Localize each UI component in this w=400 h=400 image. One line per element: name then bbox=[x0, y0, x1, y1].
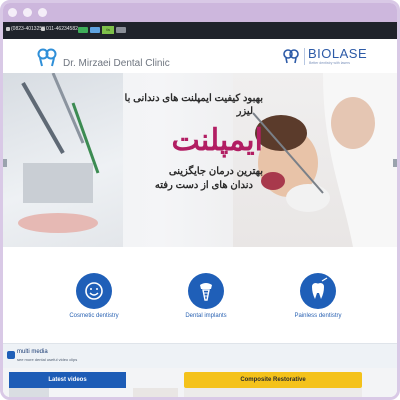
videos-section: Latest videos Composite Restorative bbox=[3, 368, 397, 397]
telegram-icon[interactable] bbox=[90, 27, 100, 33]
slider-prev-arrow[interactable] bbox=[3, 159, 7, 167]
window-close-dot[interactable] bbox=[8, 8, 17, 17]
language-switch[interactable]: fa bbox=[102, 26, 114, 34]
biolase-brand-name: BIOLASE bbox=[308, 46, 368, 61]
window-maximize-dot[interactable] bbox=[38, 8, 47, 17]
clinic-logo-icon[interactable] bbox=[36, 47, 58, 67]
service-implants[interactable]: Dental implants bbox=[158, 273, 254, 325]
biolase-tagline: Better dentistry with lasers bbox=[309, 61, 351, 65]
browser-frame: (0823-4013258 011-46234582 fa Dr. Mirzae… bbox=[0, 0, 400, 400]
phone-icon bbox=[6, 27, 10, 31]
phone-number-1: (0823-4013258 bbox=[11, 26, 45, 32]
tooth-laser-icon[interactable] bbox=[300, 273, 336, 309]
phone-number-2: 011-46234582 bbox=[46, 26, 78, 32]
video-thumbnail[interactable] bbox=[184, 388, 362, 397]
hero-implant-title: ایمپلنت bbox=[171, 124, 263, 157]
site-header: Dr. Mirzaei Dental Clinic BIOLASE Better… bbox=[3, 39, 397, 73]
service-label[interactable]: Dental implants bbox=[158, 313, 254, 319]
clinic-name[interactable]: Dr. Mirzaei Dental Clinic bbox=[63, 58, 170, 69]
video-thumbnail[interactable] bbox=[9, 388, 49, 397]
multimedia-icon bbox=[7, 351, 15, 359]
window-minimize-dot[interactable] bbox=[23, 8, 32, 17]
hero-subline-2: دندان های از دست رفته bbox=[154, 180, 253, 191]
slider-next-arrow[interactable] bbox=[393, 159, 397, 167]
phone-icon bbox=[41, 27, 45, 31]
service-label[interactable]: Cosmetic dentistry bbox=[46, 313, 142, 319]
composite-restorative-button[interactable]: Composite Restorative bbox=[184, 372, 362, 388]
service-label[interactable]: Painless dentistry bbox=[270, 313, 366, 319]
hero-headline-line2: لیزر bbox=[236, 106, 253, 117]
multimedia-subtitle: see more dental useful video clips bbox=[17, 357, 78, 362]
brand-divider bbox=[304, 48, 305, 65]
implant-icon[interactable] bbox=[188, 273, 224, 309]
instagram-icon[interactable] bbox=[116, 27, 126, 33]
service-cosmetic[interactable]: Cosmetic dentistry bbox=[46, 273, 142, 325]
services-section: Cosmetic dentistry Dental implants Painl… bbox=[3, 247, 397, 331]
video-thumbnail[interactable] bbox=[133, 388, 178, 397]
biolase-logo-icon bbox=[283, 49, 299, 64]
multimedia-title[interactable]: multi media bbox=[17, 349, 48, 355]
hero-headline-line1: بهبود کیفیت ایمپلنت های دندانی با bbox=[124, 93, 263, 104]
hero-subline-1: بهترین درمان جایگزینی bbox=[168, 166, 263, 177]
latest-videos-button[interactable]: Latest videos bbox=[9, 372, 126, 388]
top-contact-bar: (0823-4013258 011-46234582 fa bbox=[3, 22, 397, 39]
window-titlebar bbox=[3, 3, 397, 22]
whatsapp-icon[interactable] bbox=[78, 27, 88, 33]
dental-tools-illustration bbox=[18, 73, 100, 233]
smile-icon[interactable] bbox=[76, 273, 112, 309]
hero-dental-equipment-image bbox=[3, 73, 123, 247]
multimedia-bar: multi media see more dental useful video… bbox=[3, 343, 397, 368]
hero-slider[interactable]: بهبود کیفیت ایمپلنت های دندانی با لیزر ا… bbox=[3, 73, 397, 247]
service-painless[interactable]: Painless dentistry bbox=[270, 273, 366, 325]
